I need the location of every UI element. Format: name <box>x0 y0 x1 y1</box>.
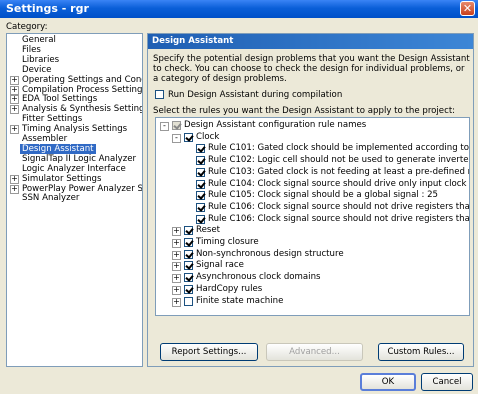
rule-label: Signal race <box>196 260 244 271</box>
rule-category-item[interactable]: + Signal race <box>156 260 469 272</box>
category-tree[interactable]: General Files Libraries Device + Operating Se… <box>6 33 143 367</box>
expand-icon[interactable]: + <box>172 297 181 307</box>
rule-checkbox[interactable] <box>172 121 181 130</box>
rule-category-item[interactable]: + Asynchronous clock domains <box>156 272 469 284</box>
rule-category-item[interactable]: + Non-synchronous design structure <box>156 248 469 260</box>
expand-icon[interactable]: + <box>172 227 181 237</box>
category-item-label: Assembler <box>22 134 68 144</box>
rule-checkbox[interactable] <box>196 144 205 154</box>
rule-label: Rule C102: Logic cell should not be used… <box>208 155 470 166</box>
rule-label: Rule C106: Clock signal source should no… <box>208 213 470 224</box>
rule-item[interactable]: Rule C106: Clock signal source should no… <box>156 201 470 213</box>
expand-icon[interactable]: + <box>10 125 19 135</box>
rule-label: Rule C103: Gated clock is not feeding at… <box>208 166 469 177</box>
design-assistant-panel: Design Assistant Specify the potential d… <box>147 33 474 367</box>
checkbox-box[interactable] <box>155 90 164 99</box>
panel-header: Design Assistant <box>148 34 473 49</box>
report-settings-button[interactable]: Report Settings... <box>160 343 258 361</box>
rule-checkbox[interactable] <box>196 156 205 166</box>
category-item-label: Design Assistant <box>20 143 96 154</box>
expand-icon[interactable]: + <box>10 75 19 85</box>
rule-checkbox[interactable] <box>184 261 193 271</box>
expand-icon[interactable]: + <box>10 85 19 95</box>
expand-icon[interactable]: + <box>10 105 19 115</box>
expand-icon[interactable]: + <box>172 285 181 295</box>
rule-item[interactable]: Rule C106: Clock signal source should no… <box>156 213 470 225</box>
rule-label: Non-synchronous design structure <box>196 248 344 259</box>
category-item-label: Logic Analyzer Interface <box>22 163 126 174</box>
rule-checkbox[interactable] <box>196 191 205 201</box>
collapse-icon[interactable]: - <box>172 133 181 143</box>
panel-description: Specify the potential design problems th… <box>153 54 470 84</box>
category-item-label: Analysis & Synthesis Settings <box>22 104 143 115</box>
expand-icon[interactable]: + <box>10 95 19 105</box>
run-during-compilation-checkbox[interactable]: Run Design Assistant during compilation <box>155 89 342 101</box>
rule-checkbox[interactable] <box>184 226 193 236</box>
category-item-label: Simulator Settings <box>22 173 102 184</box>
rule-item[interactable]: Rule C103: Gated clock is not feeding at… <box>156 166 469 178</box>
rule-item[interactable]: Rule C105: Clock signal should be a glob… <box>156 190 469 201</box>
rule-checkbox[interactable] <box>196 167 205 177</box>
rule-label: Design Assistant configuration rule name… <box>184 120 367 130</box>
category-label: Category: <box>6 22 48 32</box>
rule-label: Rule C105: Clock signal should be a glob… <box>208 190 439 201</box>
category-item-label: Timing Analysis Settings <box>22 124 128 135</box>
rule-item[interactable]: Rule C102: Logic cell should not be used… <box>156 155 470 166</box>
category-item-label: Compilation Process Settings <box>22 84 143 95</box>
rule-category-item[interactable]: + HardCopy rules <box>156 283 469 295</box>
ok-button[interactable]: OK <box>360 373 416 391</box>
cancel-button[interactable]: Cancel <box>421 373 473 391</box>
rule-label: Reset <box>196 225 221 236</box>
category-item-label: Device <box>22 64 52 75</box>
rule-checkbox[interactable] <box>184 238 193 247</box>
category-item-label: Libraries <box>22 54 60 65</box>
expand-icon[interactable]: + <box>172 239 181 248</box>
expand-icon[interactable]: + <box>172 262 181 272</box>
rule-label: Timing closure <box>196 237 259 247</box>
expand-icon[interactable]: + <box>172 250 181 260</box>
rule-checkbox[interactable] <box>196 179 205 189</box>
rule-checkbox[interactable] <box>184 273 193 283</box>
rule-label: Asynchronous clock domains <box>196 272 321 283</box>
expand-icon[interactable]: + <box>172 274 181 284</box>
rules-label: Select the rules you want the Design Ass… <box>153 106 456 116</box>
category-item-label: EDA Tool Settings <box>22 94 98 105</box>
rule-category-item[interactable]: - Clock <box>156 131 469 143</box>
category-item-label: Fitter Settings <box>22 114 83 125</box>
category-item-label: SignalTap II Logic Analyzer <box>22 153 137 164</box>
rule-root-item[interactable]: - Design Assistant configuration rule nam… <box>156 120 469 131</box>
rule-category-item[interactable]: + Finite state machine <box>156 295 469 307</box>
category-item-label: PowerPlay Power Analyzer Settings <box>22 183 143 194</box>
rule-checkbox[interactable] <box>196 214 205 224</box>
rule-checkbox[interactable] <box>184 284 193 294</box>
rule-label: Rule C104: Clock signal source should dr… <box>208 178 470 189</box>
rule-label: Finite state machine <box>196 295 284 306</box>
rule-checkbox[interactable] <box>184 249 193 259</box>
category-item-label: General <box>22 35 56 45</box>
category-item-label: Operating Settings and Conditions <box>22 74 142 85</box>
title-bar: Settings - rgr ✕ <box>0 0 478 18</box>
expand-icon[interactable]: + <box>10 174 19 184</box>
advanced-button: Advanced... <box>266 343 363 361</box>
rule-checkbox[interactable] <box>184 296 193 306</box>
rule-category-item[interactable]: + Reset <box>156 225 469 237</box>
rule-label: HardCopy rules <box>196 283 263 294</box>
rule-category-item[interactable]: + Timing closure <box>156 237 469 248</box>
close-icon[interactable]: ✕ <box>460 1 475 16</box>
rule-label: Rule C106: Clock signal source should no… <box>208 201 470 212</box>
category-item-label: Files <box>22 44 41 55</box>
collapse-icon[interactable]: - <box>160 122 169 131</box>
expand-icon[interactable]: + <box>10 184 19 194</box>
rule-label: Rule C101: Gated clock should be impleme… <box>208 143 470 154</box>
rules-tree[interactable]: - Design Assistant configuration rule nam… <box>155 117 470 316</box>
rule-checkbox[interactable] <box>196 202 205 212</box>
rule-item[interactable]: Rule C101: Gated clock should be impleme… <box>156 143 470 154</box>
custom-rules-button[interactable]: Custom Rules... <box>378 343 464 361</box>
rule-checkbox[interactable] <box>184 132 193 142</box>
window-title: Settings - rgr <box>6 2 89 15</box>
category-item-label: SSN Analyzer <box>22 193 80 204</box>
rule-label: Clock <box>196 131 220 142</box>
run-during-compilation-label: Run Design Assistant during compilation <box>168 90 343 100</box>
rule-item[interactable]: Rule C104: Clock signal source should dr… <box>156 178 470 190</box>
